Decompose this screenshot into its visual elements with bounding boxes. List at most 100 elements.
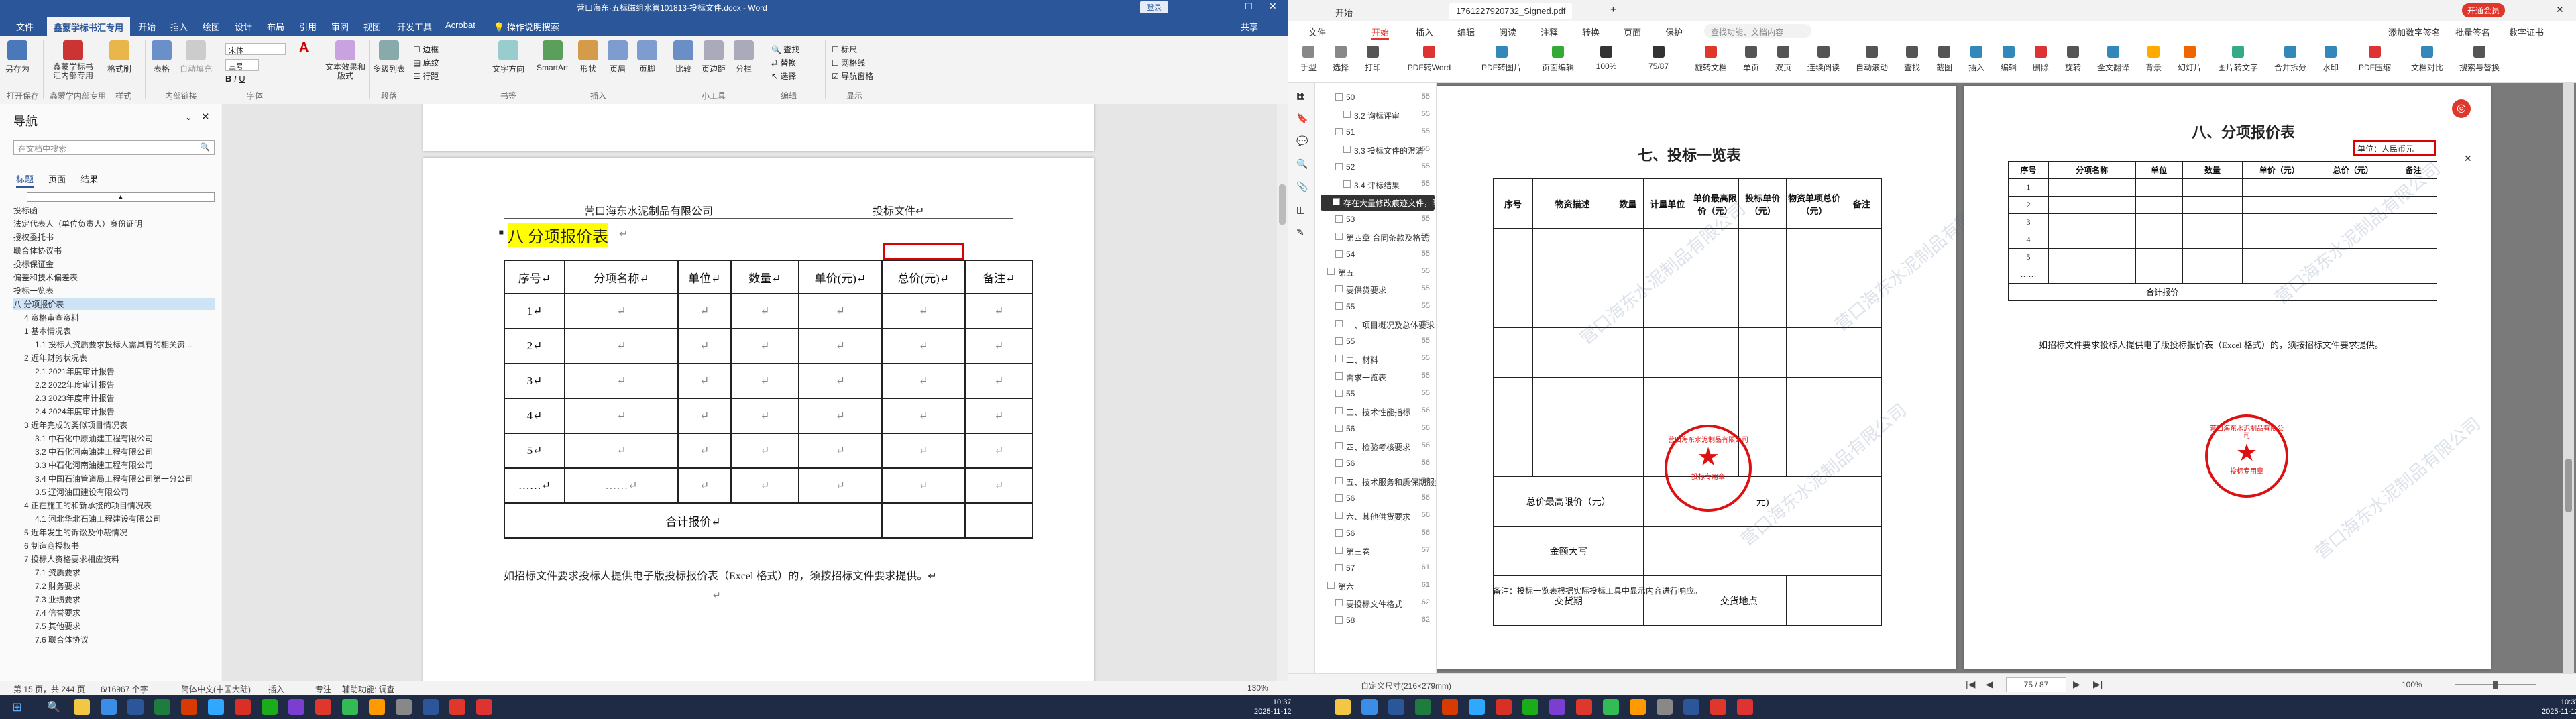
pdf-menu-page[interactable]: 页面 xyxy=(1624,25,1641,38)
nav-heading-item[interactable]: 4.1 河北华北石油工程建设有限公司 xyxy=(35,513,215,524)
pdf-tool-button[interactable]: 编辑 xyxy=(1995,46,2022,73)
pdf-tool-button[interactable]: 插入 xyxy=(1963,46,1990,73)
table-cell[interactable]: ↵ xyxy=(881,433,966,469)
table-cell[interactable]: ↵ xyxy=(964,363,1034,399)
table-cell[interactable]: ↵ xyxy=(564,398,679,434)
tab-view[interactable]: 视图 xyxy=(363,20,381,33)
table-cell[interactable]: ↵ xyxy=(564,363,679,399)
table-cell[interactable] xyxy=(1691,327,1740,378)
login-button[interactable]: 登录 xyxy=(1140,1,1168,13)
bookmark-checkbox[interactable] xyxy=(1335,547,1343,554)
table-cell[interactable] xyxy=(1612,377,1644,427)
pdf-tool-button[interactable]: 幻灯片 xyxy=(2172,46,2207,73)
nav-heading-item[interactable]: 7.3 业绩要求 xyxy=(35,594,215,605)
word-icon[interactable] xyxy=(1388,699,1404,715)
tell-me-search[interactable]: 💡 操作说明搜索 xyxy=(494,20,559,33)
nav-heading-item[interactable]: 3 近年完成的类似项目情况表 xyxy=(24,419,215,431)
next-page-icon[interactable]: ▶ xyxy=(2073,679,2080,690)
underline-icon[interactable]: U xyxy=(239,74,245,84)
table-cell[interactable]: ↵ xyxy=(881,293,966,329)
nav-tab-headings[interactable]: 标题 xyxy=(16,172,34,188)
search-icon[interactable]: 🔍 xyxy=(1296,158,1308,170)
app-icon[interactable] xyxy=(1630,699,1646,715)
table-cell[interactable]: 2↵ xyxy=(503,328,566,364)
bookmark-item[interactable]: 第四章 合同条款及格式 55 xyxy=(1315,229,1436,245)
zoom-slider[interactable] xyxy=(2455,681,2536,689)
tab-file[interactable]: 文件 xyxy=(16,20,34,33)
word-icon[interactable] xyxy=(423,699,439,715)
file-explorer-icon[interactable] xyxy=(1335,699,1351,715)
photoshop-icon[interactable] xyxy=(1469,699,1485,715)
thumbnail-icon[interactable]: ▦ xyxy=(1296,90,1305,101)
certificate-button[interactable]: 数字证书 xyxy=(2509,25,2544,38)
select-button[interactable]: ↖ 选择 xyxy=(771,70,799,83)
table-cell[interactable]: ↵ xyxy=(798,293,883,329)
table-cell[interactable] xyxy=(2135,178,2183,197)
nav-heading-item[interactable]: 1.1 投标人资质要求投标人需具有的相关资... xyxy=(35,339,215,350)
zoom-slider-thumb[interactable] xyxy=(2493,681,2498,689)
word-icon[interactable] xyxy=(127,699,144,715)
pdf-tool-button[interactable]: 连续阅读 xyxy=(1802,46,1845,73)
table-cell[interactable] xyxy=(1492,228,1534,278)
nav-heading-item[interactable]: 4 正在施工的和新承接的项目情况表 xyxy=(24,500,215,511)
bookmark-item[interactable]: 50 55 xyxy=(1315,90,1436,106)
pdf-menu-read[interactable]: 阅读 xyxy=(1499,25,1516,38)
pdf-vertical-scrollbar[interactable] xyxy=(2563,83,2574,673)
table-cell[interactable] xyxy=(2135,196,2183,214)
table-cell[interactable]: ↵ xyxy=(677,467,732,504)
table-cell[interactable]: 5↵ xyxy=(503,433,566,469)
nav-heading-item[interactable]: 7.4 信誉要求 xyxy=(35,607,215,618)
bookmark-item[interactable]: 要供货要求 55 xyxy=(1315,282,1436,298)
wechat-icon[interactable] xyxy=(1522,699,1538,715)
table-cell[interactable] xyxy=(1691,278,1740,328)
table-cell[interactable]: ↵ xyxy=(730,328,800,364)
pdf-reader-icon[interactable] xyxy=(1710,699,1726,715)
bookmark-checkbox[interactable] xyxy=(1335,372,1343,380)
pdf-tool-button[interactable]: PDF压缩 xyxy=(2349,46,2400,73)
table-cell[interactable]: ↵ xyxy=(964,328,1034,364)
nav-pane-checkbox[interactable]: ☑ 导航窗格 xyxy=(832,70,873,83)
table-cell[interactable]: ↵ xyxy=(677,398,732,434)
app-icon[interactable] xyxy=(396,699,412,715)
save-as-button[interactable]: 另存为 xyxy=(5,40,30,74)
table-cell[interactable] xyxy=(1612,427,1644,477)
bookmark-checkbox[interactable] xyxy=(1343,146,1351,153)
table-cell[interactable]: ……↵ xyxy=(503,467,566,504)
bookmark-checkbox[interactable] xyxy=(1335,93,1343,101)
first-page-icon[interactable]: |◀ xyxy=(1966,679,1975,690)
pdf-menu-file[interactable]: 文件 xyxy=(1308,25,1326,38)
pdf-tool-button[interactable]: 删除 xyxy=(2027,46,2054,73)
table-cell[interactable] xyxy=(1612,228,1644,278)
table-cell[interactable] xyxy=(1492,327,1534,378)
pdf-reader-icon[interactable] xyxy=(449,699,465,715)
share-button[interactable]: 共享 xyxy=(1241,20,1258,33)
table-cell[interactable] xyxy=(2048,213,2136,231)
bookmark-item[interactable]: 三、技术性能指标 56 xyxy=(1315,404,1436,420)
nav-heading-item[interactable]: 投标一览表 xyxy=(13,285,215,296)
bookmark-item[interactable]: 58 62 xyxy=(1315,613,1436,629)
pdf-tool-button[interactable]: 旋转文档 xyxy=(1689,46,1732,73)
table-cell[interactable] xyxy=(1492,377,1534,427)
nav-heading-item[interactable]: 7.6 联合体协议 xyxy=(35,634,215,645)
pdf-menu-convert[interactable]: 转换 xyxy=(1582,25,1600,38)
border-icon[interactable]: ☐ 边框 xyxy=(413,43,439,56)
table-cell[interactable]: ↵ xyxy=(564,293,679,329)
table-cell[interactable] xyxy=(1612,327,1644,378)
bookmark-item[interactable]: 二、材料 55 xyxy=(1315,351,1436,368)
bookmark-checkbox[interactable] xyxy=(1335,407,1343,414)
bookmark-item[interactable]: 52 55 xyxy=(1315,160,1436,176)
pdf-tool-button[interactable]: 单页 xyxy=(1738,46,1765,73)
nav-heading-item[interactable]: 1 基本情况表 xyxy=(24,325,215,337)
pdf-reader-icon[interactable] xyxy=(315,699,331,715)
nav-heading-item[interactable]: 2.2 2022年度审计报告 xyxy=(35,379,215,390)
bookmark-item[interactable]: 第六 61 xyxy=(1315,578,1436,594)
table-cell[interactable]: ↵ xyxy=(881,363,966,399)
scroll-up-icon[interactable]: ▲ xyxy=(27,192,215,202)
bold-icon[interactable]: B xyxy=(225,74,231,84)
nav-heading-item[interactable]: 投标保证金 xyxy=(13,258,215,270)
bookmark-item[interactable]: 五、技术服务和质保期服务要求56 xyxy=(1315,474,1436,490)
nav-heading-item[interactable]: 八 分项报价表 xyxy=(13,298,215,310)
pdf-tool-button[interactable]: 查找 xyxy=(1899,46,1925,73)
bookmark-checkbox[interactable] xyxy=(1335,616,1343,624)
status-focus[interactable]: 专注 xyxy=(315,683,331,695)
